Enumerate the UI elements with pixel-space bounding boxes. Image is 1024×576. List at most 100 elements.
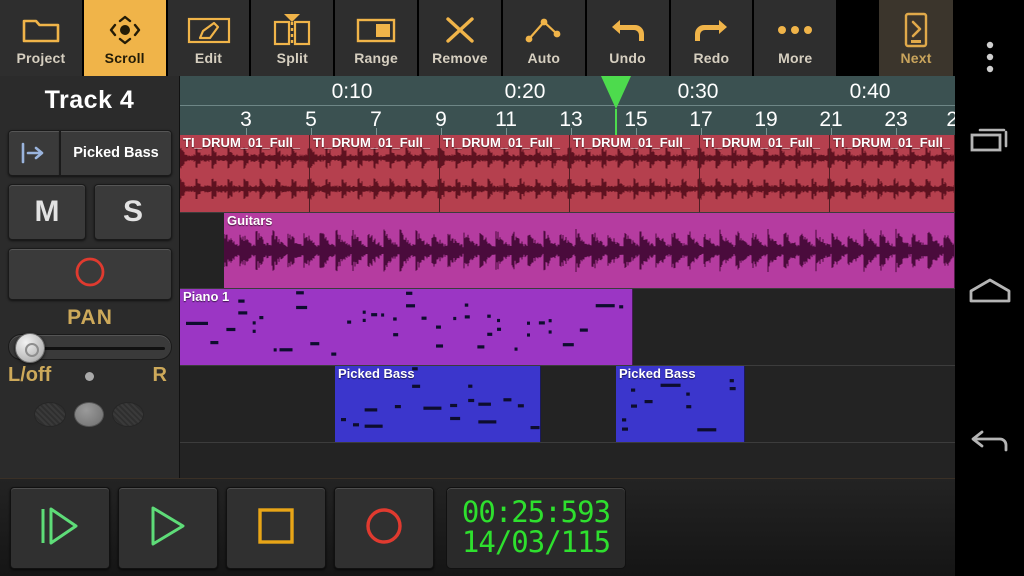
clip[interactable]: TI_DRUM_01_Full_ xyxy=(570,135,700,212)
measure-tick xyxy=(246,128,247,135)
undo-arrow-icon xyxy=(602,11,654,49)
pan-groove xyxy=(27,347,165,350)
solo-button[interactable]: S xyxy=(94,184,172,240)
folder-icon xyxy=(15,11,67,49)
instrument-name[interactable]: Picked Bass xyxy=(60,130,172,176)
time-label: 0:30 xyxy=(677,80,719,103)
tool-button-more[interactable]: More xyxy=(754,0,837,76)
tool-label: Undo xyxy=(609,49,646,66)
play-button[interactable] xyxy=(118,487,218,569)
tool-label: Scroll xyxy=(104,49,145,66)
clip[interactable]: TI_DRUM_01_Full_ xyxy=(180,135,310,212)
measure-tick xyxy=(636,128,637,135)
pan-knob[interactable] xyxy=(15,333,45,363)
clip[interactable]: Picked Bass xyxy=(616,366,745,442)
tool-button-undo[interactable]: Undo xyxy=(586,0,669,76)
stop-square-icon xyxy=(255,505,297,552)
tool-label: Next xyxy=(900,49,932,66)
transport-bar: 00:25:593 14/03/115 xyxy=(0,478,955,576)
play-from-start-button[interactable] xyxy=(10,487,110,569)
mute-button[interactable]: M xyxy=(8,184,86,240)
measure-tick xyxy=(571,128,572,135)
clip[interactable]: TI_DRUM_01_Full_ xyxy=(440,135,570,212)
measure-tick xyxy=(831,128,832,135)
pan-center-dot xyxy=(85,372,94,381)
midi-input-icon[interactable] xyxy=(8,130,60,176)
tool-button-scroll[interactable]: Scroll xyxy=(83,0,166,76)
clip[interactable]: TI_DRUM_01_Full_ xyxy=(830,135,955,212)
record-button[interactable] xyxy=(334,487,434,569)
clip[interactable]: Guitars xyxy=(224,213,955,288)
kebab-menu-icon xyxy=(985,40,995,79)
recents-button[interactable] xyxy=(955,108,1024,177)
clip[interactable]: Picked Bass xyxy=(335,366,541,442)
tool-label: More xyxy=(778,49,813,66)
timeline-ruler[interactable]: 0:100:200:300:40 35791113151719212325 xyxy=(180,76,955,135)
clip-label: TI_DRUM_01_Full_ xyxy=(833,135,951,150)
tool-button-range[interactable]: Range xyxy=(335,0,418,76)
tool-button-split[interactable]: Split xyxy=(251,0,334,76)
time-primary: 00:25:593 xyxy=(461,495,611,530)
tool-button-edit[interactable]: Edit xyxy=(167,0,250,76)
waveform xyxy=(224,228,954,273)
clip[interactable]: TI_DRUM_01_Full_ xyxy=(700,135,830,212)
automation-curve-icon xyxy=(518,11,570,49)
clip-label: TI_DRUM_01_Full_ xyxy=(313,135,431,150)
tool-label: Split xyxy=(276,49,309,66)
record-arm-button[interactable] xyxy=(8,248,172,300)
playhead-marker[interactable] xyxy=(601,76,631,109)
measure-tick xyxy=(311,128,312,135)
mute-solo-row: M S xyxy=(8,184,172,240)
home-button[interactable] xyxy=(955,259,1024,328)
tool-label: Redo xyxy=(693,49,730,66)
pan-label: PAN xyxy=(67,306,113,329)
clip-label: TI_DRUM_01_Full_ xyxy=(573,135,691,150)
aux-knob-left[interactable] xyxy=(34,402,66,427)
measure-label: 25 xyxy=(946,108,955,131)
track-row[interactable]: Picked Bass Picked Bass xyxy=(180,366,955,443)
back-button[interactable] xyxy=(955,410,1024,479)
time-secondary: 14/03/115 xyxy=(461,525,611,559)
clip-label: Guitars xyxy=(227,213,273,228)
clip-label: TI_DRUM_01_Full_ xyxy=(443,135,561,150)
overflow-menu-button[interactable] xyxy=(955,25,1024,94)
back-arrow-icon xyxy=(968,428,1012,461)
clip[interactable]: TI_DRUM_01_Full_ xyxy=(310,135,440,212)
tool-label: Remove xyxy=(432,49,488,66)
clip[interactable]: Piano 1 xyxy=(180,289,633,365)
time-display[interactable]: 00:25:593 14/03/115 xyxy=(446,487,626,569)
tool-button-redo[interactable]: Redo xyxy=(670,0,753,76)
home-icon xyxy=(968,277,1012,310)
stop-button[interactable] xyxy=(226,487,326,569)
clip-label: Picked Bass xyxy=(338,366,415,381)
pan-slider[interactable] xyxy=(8,333,172,363)
tool-label: Auto xyxy=(527,49,561,66)
track-row[interactable]: Guitars xyxy=(180,213,955,289)
tool-button-project[interactable]: Project xyxy=(0,0,82,76)
page-title: Track 4 xyxy=(44,85,135,114)
track-row[interactable]: Piano 1 xyxy=(180,289,955,366)
next-page-icon xyxy=(890,11,942,49)
measure-tick xyxy=(896,128,897,135)
tool-button-auto[interactable]: Auto xyxy=(502,0,585,76)
clip-label: TI_DRUM_01_Full_ xyxy=(183,135,301,150)
measure-tick xyxy=(441,128,442,135)
record-circle-icon xyxy=(73,255,107,294)
time-label: 0:20 xyxy=(504,80,546,103)
instrument-selector[interactable]: Picked Bass xyxy=(8,130,172,176)
toolbar-spacer xyxy=(838,0,880,76)
track-panel: Track 4 Picked Bass M S PAN L/off R xyxy=(0,76,180,478)
playhead-line xyxy=(615,109,617,135)
measure-tick xyxy=(506,128,507,135)
measure-tick xyxy=(701,128,702,135)
pan-right-label: R xyxy=(152,364,167,386)
aux-knob-right[interactable] xyxy=(112,402,144,427)
daw-app: Project Scroll Edit Split Range Remove A… xyxy=(0,0,1024,576)
tool-button-next[interactable]: Next xyxy=(879,0,954,76)
tool-button-remove[interactable]: Remove xyxy=(419,0,501,76)
measure-tick xyxy=(376,128,377,135)
pencil-icon xyxy=(183,11,235,49)
aux-knob-center[interactable] xyxy=(74,402,104,427)
track-row[interactable]: TI_DRUM_01_Full_ TI_DRUM_01_Full_ TI_DRUM_… xyxy=(180,135,955,213)
arrange-area[interactable]: 0:100:200:300:40 35791113151719212325 TI… xyxy=(180,76,955,478)
